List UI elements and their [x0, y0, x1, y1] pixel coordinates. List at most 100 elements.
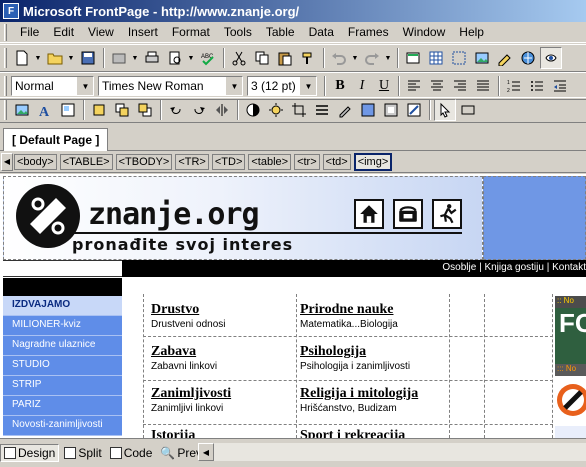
category-religija[interactable]: Religija i mitologija Hrišćanstvo, Budiz…	[300, 386, 448, 428]
bullets-icon[interactable]	[526, 75, 548, 97]
category-prirodne-nauke[interactable]: Prirodne nauke Matematika...Biologija	[300, 302, 448, 344]
sidebar-item-nagradne-ulaznice[interactable]: Nagradne ulaznice	[3, 336, 122, 356]
category-title[interactable]: Sport i rekreacija	[300, 428, 448, 438]
category-title[interactable]: Prirodne nauke	[300, 302, 448, 318]
menu-tools[interactable]: Tools	[217, 23, 259, 41]
set-transparent-color-icon[interactable]	[334, 99, 356, 121]
home-icon[interactable]	[354, 199, 384, 229]
redo-dropdown-arrow[interactable]: ▼	[384, 47, 392, 69]
bring-forward-icon[interactable]	[111, 99, 133, 121]
select-pointer-icon[interactable]	[434, 99, 456, 121]
horizontal-scrollbar[interactable]: ◀	[198, 443, 586, 461]
toolbar-grip[interactable]	[4, 100, 7, 120]
category-title[interactable]: Istorija	[151, 428, 299, 438]
redo-icon[interactable]	[361, 47, 383, 69]
font-dropdown[interactable]: Times New Roman ▼	[98, 76, 243, 96]
color-icon[interactable]	[357, 99, 379, 121]
design-view-button[interactable]: Design	[0, 444, 60, 462]
align-right-icon[interactable]	[449, 75, 471, 97]
new-page-icon[interactable]	[11, 47, 33, 69]
publish-dropdown-arrow[interactable]: ▼	[131, 47, 139, 69]
paste-icon[interactable]	[274, 47, 296, 69]
header-right-cell[interactable]	[483, 176, 586, 260]
category-title[interactable]: Zanimljivosti	[151, 386, 299, 402]
undo-icon[interactable]	[328, 47, 350, 69]
copy-icon[interactable]	[251, 47, 273, 69]
menu-edit[interactable]: Edit	[46, 23, 81, 41]
category-zanimljivosti[interactable]: Zanimljivosti Zanimljivi linkovi	[151, 386, 299, 428]
category-title[interactable]: Religija i mitologija	[300, 386, 448, 402]
insert-picture-icon[interactable]	[471, 47, 493, 69]
category-psihologija[interactable]: Psihologija Psihologija i zanimljivosti	[300, 344, 448, 386]
crop-icon[interactable]	[288, 99, 310, 121]
preview-dropdown-arrow[interactable]: ▼	[187, 47, 195, 69]
align-center-icon[interactable]	[426, 75, 448, 97]
tag-table[interactable]: <TABLE>	[59, 153, 113, 170]
print-icon[interactable]	[141, 47, 163, 69]
chevron-down-icon[interactable]: ▼	[300, 77, 316, 95]
tab-default-page[interactable]: [ Default Page ]	[3, 128, 109, 151]
sidebar-item-novosti[interactable]: Novosti-zanimljivosti	[3, 416, 122, 436]
scroll-left-icon[interactable]: ◀	[1, 152, 13, 171]
tag-tr[interactable]: <TR>	[175, 153, 209, 170]
publish-icon[interactable]	[108, 47, 130, 69]
underline-button[interactable]: U	[373, 75, 395, 97]
menu-table[interactable]: Table	[259, 23, 302, 41]
send-backward-icon[interactable]	[134, 99, 156, 121]
chevron-down-icon[interactable]: ▼	[77, 77, 93, 95]
menu-window[interactable]: Window	[396, 23, 453, 41]
sidebar-item-strip[interactable]: STRIP	[3, 376, 122, 396]
justify-icon[interactable]	[472, 75, 494, 97]
web-component-icon[interactable]	[402, 47, 424, 69]
menu-view[interactable]: View	[81, 23, 121, 41]
rotate-left-icon[interactable]	[165, 99, 187, 121]
toolbar-grip[interactable]	[4, 48, 7, 68]
tag-tr-inner[interactable]: <tr>	[294, 153, 320, 170]
category-title[interactable]: Psihologija	[300, 344, 448, 360]
scroll-left-arrow-icon[interactable]: ◀	[198, 443, 214, 461]
sidebar-item-studio[interactable]: STUDIO	[3, 356, 122, 376]
format-painter-icon[interactable]	[297, 47, 319, 69]
show-all-icon[interactable]	[540, 47, 562, 69]
auto-thumbnail-icon[interactable]	[57, 99, 79, 121]
sidebar-item-milioner-kviz[interactable]: MILIONER-kviz	[3, 316, 122, 336]
tag-tbody[interactable]: <TBODY>	[115, 153, 173, 170]
resample-icon[interactable]	[403, 99, 425, 121]
code-view-button[interactable]: Code	[107, 444, 156, 462]
frontpage-app-icon[interactable]: F	[3, 3, 19, 19]
open-dropdown-arrow[interactable]: ▼	[67, 47, 75, 69]
news-logo-icon[interactable]	[555, 376, 586, 426]
category-istorija[interactable]: Istorija	[151, 428, 299, 438]
header-banner-image[interactable]: znanje.org pronađite svoj interes	[3, 176, 483, 260]
phone-icon[interactable]	[393, 199, 423, 229]
toolbar-grip[interactable]	[4, 76, 7, 96]
category-sport[interactable]: Sport i rekreacija	[300, 428, 448, 438]
italic-button[interactable]: I	[351, 75, 373, 97]
insert-picture-from-file-icon[interactable]	[11, 99, 33, 121]
sidebar-item-pariz[interactable]: PARIZ	[3, 396, 122, 416]
undo-dropdown-arrow[interactable]: ▼	[351, 47, 359, 69]
menu-frames[interactable]: Frames	[341, 23, 396, 41]
menubar-grip[interactable]	[4, 23, 7, 41]
tag-img[interactable]: <img>	[353, 152, 393, 171]
insert-layer-icon[interactable]	[448, 47, 470, 69]
bevel-icon[interactable]	[380, 99, 402, 121]
position-absolutely-icon[interactable]	[88, 99, 110, 121]
rectangle-hotspot-icon[interactable]	[457, 99, 479, 121]
rotate-right-icon[interactable]	[188, 99, 210, 121]
tag-table-inner[interactable]: <table>	[248, 153, 292, 170]
bold-button[interactable]: B	[329, 75, 351, 97]
spelling-icon[interactable]: ABC	[197, 47, 219, 69]
line-style-icon[interactable]	[311, 99, 333, 121]
top-nav-links[interactable]: Osoblje | Knjiga gostiju | Kontakt	[140, 262, 586, 276]
save-icon[interactable]	[77, 47, 99, 69]
print-preview-icon[interactable]	[164, 47, 186, 69]
more-contrast-icon[interactable]	[242, 99, 264, 121]
chevron-down-icon[interactable]: ▼	[226, 77, 242, 95]
cut-icon[interactable]	[228, 47, 250, 69]
category-zabava[interactable]: Zabava Zabavni linkovi	[151, 344, 299, 386]
more-brightness-icon[interactable]	[265, 99, 287, 121]
insert-hyperlink-icon[interactable]	[517, 47, 539, 69]
split-view-button[interactable]: Split	[61, 444, 104, 462]
sidebar-item-izdvajamo[interactable]: IZDVAJAMO	[3, 296, 122, 316]
